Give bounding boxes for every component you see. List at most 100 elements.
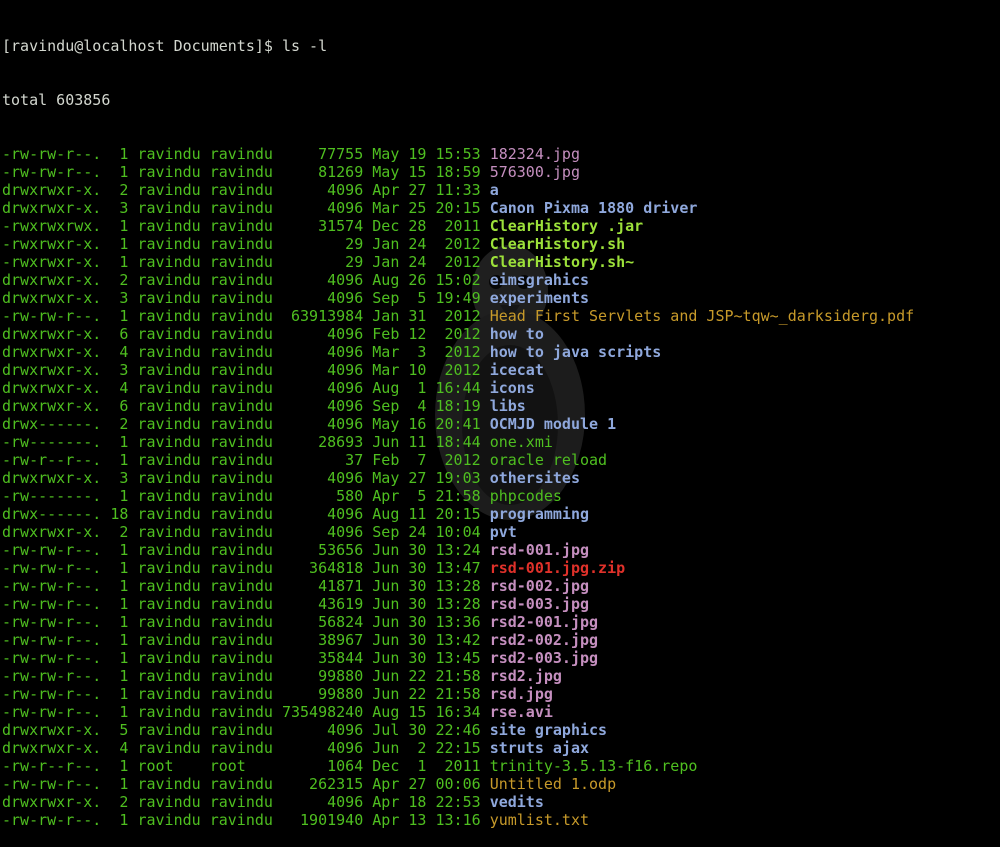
date-field: Jun 11 18:44 (372, 433, 481, 451)
file-name[interactable]: phpcodes (490, 487, 562, 505)
owner-field: ravindu (137, 559, 201, 577)
group-field: ravindu (209, 325, 273, 343)
permissions-field: drwxrwxr-x. (2, 181, 102, 199)
size-field: 1064 (281, 757, 364, 775)
link-count-field: 2 (110, 793, 129, 811)
directory-name[interactable]: libs (490, 397, 526, 415)
directory-name[interactable]: eimsgrahics (490, 271, 589, 289)
owner-field: ravindu (137, 775, 201, 793)
date-field: Jun 30 13:42 (372, 631, 481, 649)
size-field: 37 (281, 451, 364, 469)
file-name[interactable]: yumlist.txt (490, 811, 589, 829)
owner-field: ravindu (137, 685, 201, 703)
size-field: 43619 (281, 595, 364, 613)
file-name[interactable]: rsd2-003.jpg (490, 649, 598, 667)
link-count-field: 1 (110, 541, 129, 559)
permissions-field: drwxrwxr-x. (2, 271, 102, 289)
listing-row: drwxrwxr-x. 6 ravindu ravindu 4096 Feb 1… (2, 325, 998, 343)
permissions-field: -rw-r--r--. (2, 757, 102, 775)
size-field: 4096 (281, 505, 364, 523)
date-field: Sep 5 19:49 (372, 289, 481, 307)
directory-name[interactable]: how to java scripts (490, 343, 662, 361)
size-field: 4096 (281, 181, 364, 199)
directory-name[interactable]: a (490, 181, 499, 199)
directory-name[interactable]: how to (490, 325, 544, 343)
file-name[interactable]: oracle reload (490, 451, 607, 469)
file-name[interactable]: rsd2-001.jpg (490, 613, 598, 631)
permissions-field: drwxrwxr-x. (2, 523, 102, 541)
group-field: ravindu (209, 415, 273, 433)
listing-row: drwxrwxr-x. 2 ravindu ravindu 4096 Aug 2… (2, 271, 998, 289)
owner-field: ravindu (137, 181, 201, 199)
owner-field: ravindu (137, 667, 201, 685)
date-field: Aug 26 15:02 (372, 271, 481, 289)
date-field: Jun 22 21:58 (372, 685, 481, 703)
directory-name[interactable]: programming (490, 505, 589, 523)
file-name[interactable]: ClearHistory .jar (490, 217, 644, 235)
size-field: 1901940 (281, 811, 364, 829)
size-field: 4096 (281, 199, 364, 217)
size-field: 4096 (281, 415, 364, 433)
group-field: ravindu (209, 235, 273, 253)
link-count-field: 1 (110, 433, 129, 451)
directory-name[interactable]: othersites (490, 469, 580, 487)
file-name[interactable]: rsd-001.jpg (490, 541, 589, 559)
group-field: ravindu (209, 217, 273, 235)
file-name[interactable]: trinity-3.5.13-f16.repo (490, 757, 698, 775)
link-count-field: 3 (110, 289, 129, 307)
owner-field: ravindu (137, 541, 201, 559)
file-name[interactable]: 576300.jpg (490, 163, 580, 181)
file-name[interactable]: Untitled 1.odp (490, 775, 616, 793)
owner-field: ravindu (137, 487, 201, 505)
total-blocks: total 603856 (2, 91, 111, 109)
listing-row: drwxrwxr-x. 3 ravindu ravindu 4096 Mar 1… (2, 361, 998, 379)
permissions-field: -rwxrwxr-x. (2, 253, 102, 271)
listing-row: drwxrwxr-x. 3 ravindu ravindu 4096 Sep 5… (2, 289, 998, 307)
listing-row: drwxrwxr-x. 4 ravindu ravindu 4096 Mar 3… (2, 343, 998, 361)
size-field: 4096 (281, 793, 364, 811)
file-name[interactable]: 182324.jpg (490, 145, 580, 163)
file-name[interactable]: ClearHistory.sh (490, 235, 625, 253)
size-field: 4096 (281, 523, 364, 541)
file-name[interactable]: OCMJD module 1 (490, 415, 616, 433)
date-field: Feb 12 2012 (372, 325, 481, 343)
file-name[interactable]: rsd.jpg (490, 685, 553, 703)
file-name[interactable]: rsd2.jpg (490, 667, 562, 685)
size-field: 41871 (281, 577, 364, 595)
permissions-field: -rw-rw-r--. (2, 577, 102, 595)
file-name[interactable]: rsd-003.jpg (490, 595, 589, 613)
link-count-field: 4 (110, 739, 129, 757)
size-field: 81269 (281, 163, 364, 181)
group-field: ravindu (209, 649, 273, 667)
directory-name[interactable]: experiments (490, 289, 589, 307)
listing-row: -rw-rw-r--. 1 ravindu ravindu 56824 Jun … (2, 613, 998, 631)
owner-field: ravindu (137, 811, 201, 829)
file-name[interactable]: rsd2-002.jpg (490, 631, 598, 649)
directory-name[interactable]: icons (490, 379, 535, 397)
directory-name[interactable]: vedits (490, 793, 544, 811)
file-name[interactable]: Head First Servlets and JSP~tqw~_darksid… (490, 307, 914, 325)
size-field: 4096 (281, 289, 364, 307)
date-field: Jun 2 22:15 (372, 739, 481, 757)
file-name[interactable]: rsd-001.jpg.zip (490, 559, 625, 577)
size-field: 4096 (281, 469, 364, 487)
file-name[interactable]: ClearHistory.sh~ (490, 253, 635, 271)
link-count-field: 5 (110, 721, 129, 739)
permissions-field: drwxrwxr-x. (2, 325, 102, 343)
listing-row: drwxrwxr-x. 2 ravindu ravindu 4096 Apr 2… (2, 181, 998, 199)
group-field: ravindu (209, 469, 273, 487)
group-field: ravindu (209, 145, 273, 163)
directory-name[interactable]: struts ajax (490, 739, 589, 757)
file-name[interactable]: rsd-002.jpg (490, 577, 589, 595)
group-field: ravindu (209, 703, 273, 721)
date-field: Jan 31 2012 (372, 307, 481, 325)
directory-name[interactable]: icecat (490, 361, 544, 379)
directory-name[interactable]: pvt (490, 523, 517, 541)
file-name[interactable]: one.xmi (490, 433, 553, 451)
file-name[interactable]: rse.avi (490, 703, 553, 721)
terminal-output[interactable]: [ravindu@localhost Documents]$ ls -l tot… (2, 1, 998, 847)
group-field: ravindu (209, 181, 273, 199)
permissions-field: -rw-rw-r--. (2, 541, 102, 559)
directory-name[interactable]: site graphics (490, 721, 607, 739)
directory-name[interactable]: Canon Pixma 1880 driver (490, 199, 698, 217)
